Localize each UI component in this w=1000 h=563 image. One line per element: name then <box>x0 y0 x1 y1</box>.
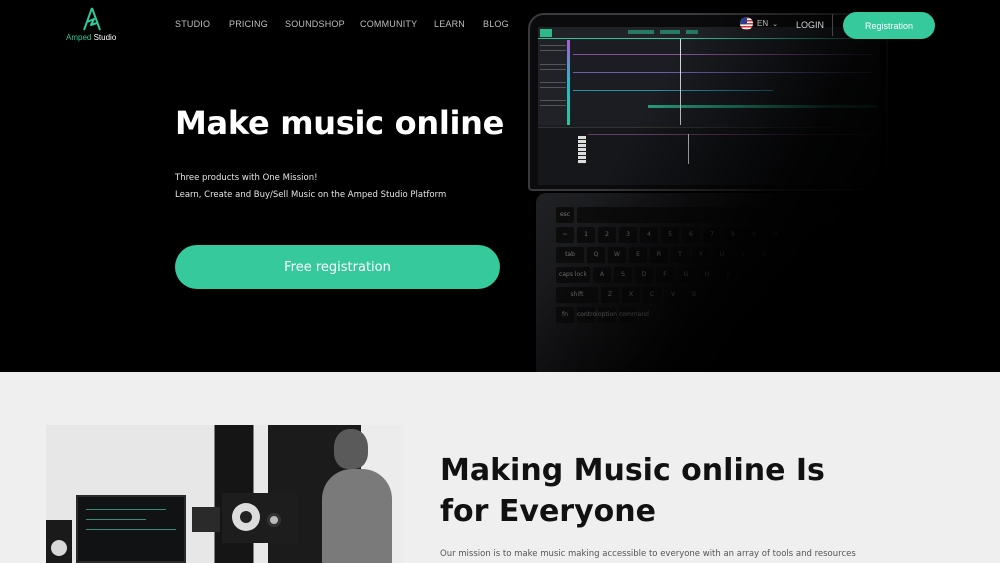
keyboard-key: fn <box>556 307 574 323</box>
keyboard-key: T <box>671 247 689 263</box>
logo-text: Amped Studio <box>66 33 117 42</box>
nav-community[interactable]: COMMUNITY <box>360 19 417 29</box>
daw-menu-icon <box>540 29 552 37</box>
keyboard-key: caps lock <box>556 267 590 283</box>
hero-title: Make music online <box>175 104 505 142</box>
nav-blog[interactable]: BLOG <box>483 19 509 29</box>
keyboard-key: 7 <box>703 227 721 243</box>
daw-toolbar <box>538 27 880 39</box>
amped-a-logo-icon <box>83 7 101 31</box>
free-registration-button[interactable]: Free registration <box>175 245 500 289</box>
keyboard-key: option <box>598 307 617 323</box>
keyboard-key: esc <box>556 207 574 223</box>
hero-section: esc ~1 2 3 4 5 6 7 8 9 0- tab Q W E R T Y U I Ocaps lock A S D F… <box>0 0 1000 372</box>
studio-photo <box>46 425 404 563</box>
speaker-monitor <box>222 493 298 543</box>
keyboard-key: command <box>619 307 649 323</box>
keyboard-key: Q <box>587 247 605 263</box>
monitor-with-daw <box>76 495 186 563</box>
keyboard-key: G <box>677 267 695 283</box>
daw-tempo-readout <box>660 30 680 34</box>
keyboard-key: 4 <box>640 227 658 243</box>
speaker-left <box>46 520 72 563</box>
amped-studio-logo[interactable]: Amped Studio <box>62 7 122 43</box>
keyboard-key: 5 <box>661 227 679 243</box>
chevron-down-icon: ⌄ <box>772 19 778 28</box>
us-flag-icon <box>740 17 753 30</box>
touch-bar <box>577 207 839 223</box>
keyboard-key: - <box>787 227 805 243</box>
keyboard-key: J <box>719 267 737 283</box>
laptop-keyboard: esc ~1 2 3 4 5 6 7 8 9 0- tab Q W E R T Y U I Ocaps lock A S D F… <box>536 193 872 372</box>
language-label: EN <box>757 19 769 28</box>
hero-subtitle-line2: Learn, Create and Buy/Sell Music on the … <box>175 190 447 200</box>
laptop-lid <box>528 13 888 191</box>
daw-lane-3 <box>573 90 773 91</box>
keyboard-key: U <box>713 247 731 263</box>
keyboard-key: I <box>734 247 752 263</box>
keyboard-key: 1 <box>577 227 595 243</box>
keyboard-key: E <box>629 247 647 263</box>
person-figure <box>322 429 392 563</box>
section-title: Making Music online Is for Everyone <box>440 453 825 529</box>
language-selector[interactable]: EN ⌄ <box>740 17 778 30</box>
keyboard-key: V <box>664 287 682 303</box>
keyboard-key: R <box>650 247 668 263</box>
keyboard-key: O <box>755 247 773 263</box>
daw-playhead <box>680 39 681 125</box>
keyboard-key: tab <box>556 247 584 263</box>
keyboard-key: S <box>614 267 632 283</box>
daw-lane-2 <box>573 72 873 73</box>
speaker-small <box>192 507 220 532</box>
keyboard-key: 0 <box>766 227 784 243</box>
piano-keys-icon <box>578 136 586 164</box>
keyboard-key: shift <box>556 287 598 303</box>
registration-button[interactable]: Registration <box>843 12 935 39</box>
daw-screen <box>538 27 880 185</box>
nav-divider <box>832 14 833 36</box>
keyboard-key: ~ <box>556 227 574 243</box>
nav-pricing[interactable]: PRICING <box>229 19 268 29</box>
keyboard-key: W <box>608 247 626 263</box>
keyboard-key: Y <box>692 247 710 263</box>
nav-learn[interactable]: LEARN <box>434 19 465 29</box>
login-link[interactable]: LOGIN <box>796 20 824 30</box>
nav-soundshop[interactable]: SOUNDSHOP <box>285 19 345 29</box>
keyboard-key: 2 <box>598 227 616 243</box>
keyboard-key: control <box>577 307 598 323</box>
keyboard-key: A <box>593 267 611 283</box>
keyboard-key: 6 <box>682 227 700 243</box>
keyboard-key: B <box>685 287 703 303</box>
nav-studio[interactable]: STUDIO <box>175 19 210 29</box>
keyboard-key: X <box>622 287 640 303</box>
daw-clip <box>648 105 878 108</box>
keyboard-key: Z <box>601 287 619 303</box>
keyboard-key: H <box>698 267 716 283</box>
section-text: Our mission is to make music making acce… <box>440 549 856 559</box>
keyboard-key: 8 <box>724 227 742 243</box>
laptop-illustration: esc ~1 2 3 4 5 6 7 8 9 0- tab Q W E R T Y U I Ocaps lock A S D F… <box>528 13 890 372</box>
daw-track-headers <box>538 40 570 125</box>
keyboard-key: F <box>656 267 674 283</box>
keyboard-key: C <box>643 287 661 303</box>
hero-subtitle-line1: Three products with One Mission! <box>175 173 318 183</box>
daw-piano-roll <box>538 127 880 185</box>
keyboard-key: 3 <box>619 227 637 243</box>
daw-lane-1 <box>573 54 873 55</box>
daw-position-readout <box>628 30 654 34</box>
keyboard-key: 9 <box>745 227 763 243</box>
daw-signature-readout <box>686 30 698 34</box>
keyboard-key: D <box>635 267 653 283</box>
